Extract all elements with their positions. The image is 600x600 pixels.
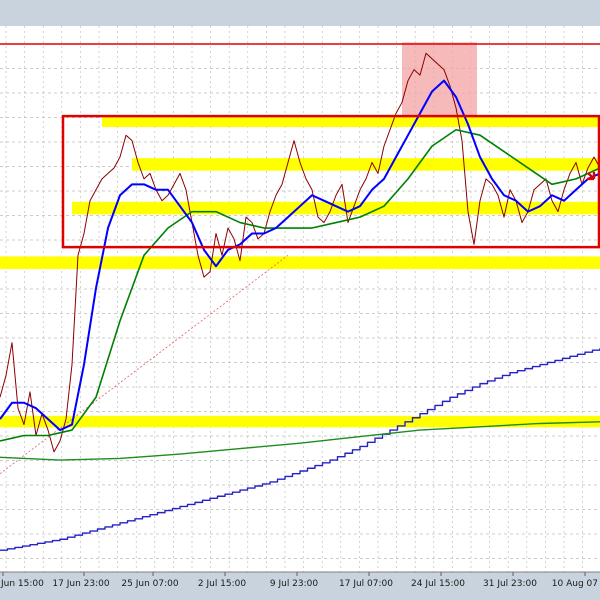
x-tick-label: 2 Jul 15:00	[198, 579, 247, 589]
x-tick-label: Jun 15:00	[0, 579, 44, 589]
x-tick-label: 17 Jul 07:00	[339, 579, 393, 589]
support-zone	[72, 201, 600, 215]
x-tick-label: 25 Jun 07:00	[121, 579, 178, 589]
x-axis-ticks: Jun 15:00 17 Jun 23:00 25 Jun 07:00 2 Jul 1…	[0, 572, 598, 589]
x-tick-label: 10 Aug 07	[552, 579, 598, 589]
x-tick-label: 9 Jul 23:00	[270, 579, 319, 589]
chart-window: Jun 15:00 17 Jun 23:00 25 Jun 07:00 2 Jul 1…	[0, 0, 600, 600]
x-tick-label: 31 Jul 23:00	[483, 579, 537, 589]
x-tick-label: 24 Jul 15:00	[411, 579, 465, 589]
support-zone	[0, 256, 600, 269]
price-chart: Jun 15:00 17 Jun 23:00 25 Jun 07:00 2 Jul 1…	[0, 26, 600, 589]
highlight-zone	[402, 42, 477, 117]
support-zone	[102, 116, 600, 128]
x-tick-label: 17 Jun 23:00	[52, 579, 109, 589]
plot-area	[0, 26, 600, 572]
